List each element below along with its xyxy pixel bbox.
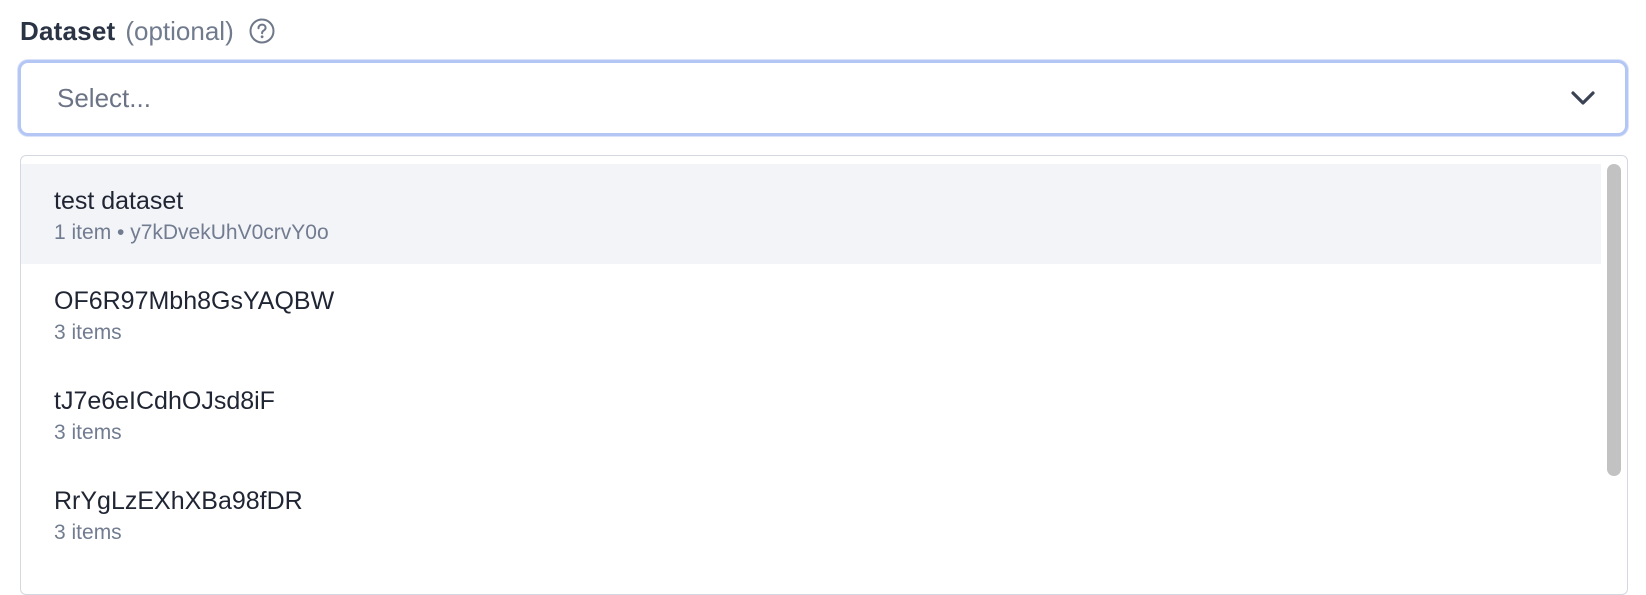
option-item[interactable]: RrYgLzEXhXBa98fDR 3 items [21,464,1601,564]
chevron-down-icon[interactable] [1569,84,1597,112]
question-circle-icon[interactable] [248,17,276,45]
option-item[interactable]: test dataset 1 item • y7kDvekUhV0crvY0o [21,164,1601,264]
option-title: tJ7e6eICdhOJsd8iF [54,387,275,415]
option-item[interactable]: OF6R97Mbh8GsYAQBW 3 items [21,264,1601,364]
option-subtitle: 1 item • y7kDvekUhV0crvY0o [54,221,329,244]
option-title: RrYgLzEXhXBa98fDR [54,487,303,515]
option-title: OF6R97Mbh8GsYAQBW [54,287,335,315]
field-label-row: Dataset (optional) [20,14,276,48]
dropdown-menu: test dataset 1 item • y7kDvekUhV0crvY0o … [20,155,1628,595]
option-title: test dataset [54,187,184,215]
optional-hint: (optional) [125,15,234,46]
dataset-select[interactable]: Select... [18,60,1628,136]
option-subtitle: 3 items [54,321,122,344]
field-label: Dataset [20,15,116,46]
option-list: test dataset 1 item • y7kDvekUhV0crvY0o … [21,164,1601,564]
option-subtitle: 3 items [54,521,122,544]
scrollbar-thumb[interactable] [1607,164,1621,476]
select-placeholder: Select... [57,82,151,113]
option-item[interactable]: tJ7e6eICdhOJsd8iF 3 items [21,364,1601,464]
option-subtitle: 3 items [54,421,122,444]
